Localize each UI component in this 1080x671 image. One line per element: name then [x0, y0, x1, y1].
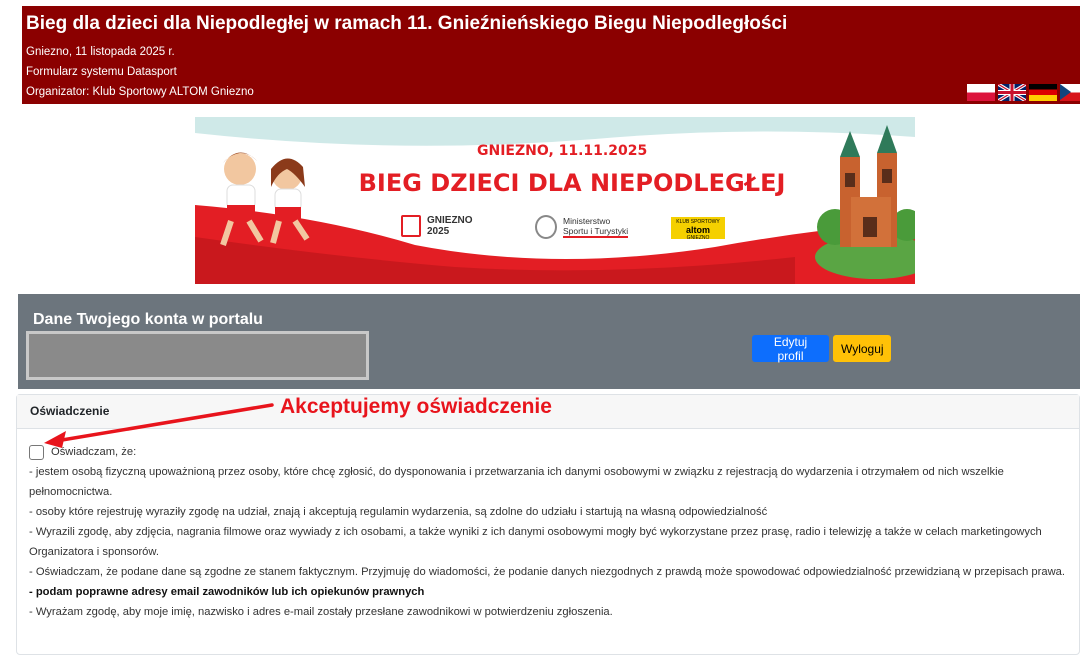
banner-date: GNIEZNO, 11.11.2025 [477, 143, 648, 159]
event-location-date: Gniezno, 11 listopada 2025 r. [26, 46, 175, 58]
organizer-label: Organizator: Klub Sportowy ALTOM Gniezno [26, 86, 254, 98]
logo-ministry: Ministerstwo Sportu i Turystyki [535, 215, 629, 239]
declaration-bold-paragraph: - podam poprawne adresy email zawodników… [29, 582, 1079, 602]
event-banner: GNIEZNO, 11.11.2025 BIEG DZIECI DLA NIEP… [195, 117, 915, 284]
logo-altom-city: GNIEZNO [686, 235, 710, 241]
uk-flag-graphic [998, 84, 1026, 101]
banner-headline: BIEG DZIECI DLA NIEPODLEGŁEJ [358, 169, 786, 197]
declaration-body: Oświadczam, że: - jestem osobą fizyczną … [17, 429, 1079, 622]
declaration-paragraph: - Wyrazili zgodę, aby zdjęcia, nagrania … [29, 526, 1042, 558]
form-system-label: Formularz systemu Datasport [26, 66, 177, 78]
declaration-checkbox-row[interactable]: Oświadczam, że: [29, 442, 1079, 462]
event-header: Bieg dla dzieci dla Niepodległej w ramac… [22, 6, 1080, 104]
declaration-checkbox[interactable] [29, 444, 44, 460]
language-switcher [967, 84, 1080, 101]
logo-altom-name: altom [685, 225, 710, 235]
declaration-paragraph: - jestem osobą fizyczną upoważnioną prze… [29, 466, 1004, 498]
declaration-card: Oświadczenie Oświadczam, że: - jestem os… [16, 394, 1080, 655]
logo-ministry-line1: Ministerstwo [563, 216, 611, 226]
logo-ministry-line2: Sportu i Turystyki [563, 226, 629, 236]
account-panel: Dane Twojego konta w portalu Edytuj prof… [18, 294, 1080, 389]
declaration-title: Oświadczenie [30, 404, 110, 418]
logout-button[interactable]: Wyloguj [833, 335, 891, 362]
logo-altom: KLUB SPORTOWY altom GNIEZNO [671, 217, 725, 241]
annotation-text: Akceptujemy oświadczenie [280, 395, 552, 418]
declaration-bold-text: - podam poprawne adresy email zawodników… [29, 586, 425, 598]
gniezno-crown-icon [401, 215, 421, 237]
account-details-redacted [26, 331, 369, 380]
declaration-checkbox-label[interactable]: Oświadczam, że: [51, 442, 136, 462]
flag-de-icon[interactable] [1029, 84, 1057, 101]
flag-cz-icon[interactable] [1060, 84, 1080, 101]
declaration-paragraph: - osoby które rejestruję wyraziły zgodę … [29, 506, 768, 518]
logo-gniezno: GNIEZNO 2025 [401, 215, 491, 237]
account-panel-title: Dane Twojego konta w portalu [33, 311, 263, 328]
declaration-paragraph: - Oświadczam, że podane dane są zgodne z… [29, 566, 1066, 578]
flag-pl-icon[interactable] [967, 84, 995, 101]
eagle-emblem-icon [535, 215, 557, 239]
event-title: Bieg dla dzieci dla Niepodległej w ramac… [26, 13, 788, 34]
declaration-paragraph: - Wyrażam zgodę, aby moje imię, nazwisko… [29, 606, 613, 618]
edit-profile-button[interactable]: Edytuj profil [752, 335, 829, 363]
flag-en-icon[interactable] [998, 84, 1026, 101]
logo-gniezno-text: GNIEZNO 2025 [427, 215, 473, 237]
